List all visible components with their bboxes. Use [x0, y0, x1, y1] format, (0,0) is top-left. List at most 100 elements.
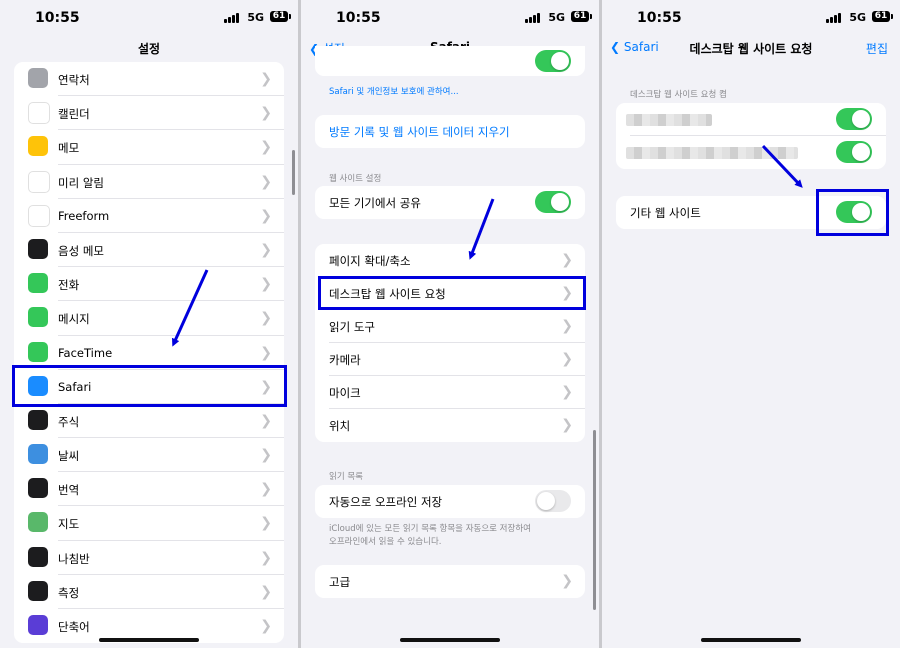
- settings-item[interactable]: 번역 ❯: [14, 472, 284, 507]
- chevron-right-icon: ❯: [561, 384, 573, 400]
- settings-item[interactable]: Freeform ❯: [14, 199, 284, 233]
- auto-save-toggle[interactable]: [535, 490, 571, 512]
- weather-icon: [28, 444, 48, 465]
- website-setting-item[interactable]: 데스크탑 웹 사이트 요청 ❯: [315, 277, 585, 310]
- status-time: 10:55: [637, 10, 682, 26]
- chevron-right-icon: ❯: [561, 351, 573, 367]
- settings-item[interactable]: Safari ❯: [14, 370, 284, 404]
- setting-item-label: 페이지 확대/축소: [329, 254, 411, 268]
- settings-item[interactable]: 측정 ❯: [14, 575, 284, 609]
- website-setting-item[interactable]: 위치 ❯: [315, 409, 585, 442]
- site-toggle[interactable]: [836, 108, 872, 130]
- share-toggle[interactable]: [535, 191, 571, 213]
- other-websites-label: 기타 웹 사이트: [630, 206, 701, 220]
- settings-item-label: 지도: [58, 517, 80, 532]
- signal-icon: [525, 13, 541, 23]
- settings-item-label: 메시지: [58, 312, 90, 327]
- home-indicator: [400, 638, 500, 642]
- signal-icon: [826, 13, 842, 23]
- settings-item[interactable]: 캘린더 ❯: [14, 96, 284, 131]
- privacy-link[interactable]: Safari 및 개인정보 보호에 관하여...: [329, 85, 459, 97]
- partial-toggle[interactable]: [535, 50, 571, 72]
- screenshot-composite: 10:55 5G 61 설정 연락처 ❯ 캘린더 ❯ 메모 ❯ 미리 알림 ❯ Freeform…: [0, 0, 900, 648]
- chevron-right-icon: ❯: [260, 71, 272, 87]
- site-toggle[interactable]: [836, 141, 872, 163]
- other-websites-toggle[interactable]: [836, 201, 872, 223]
- settings-item-label: FaceTime: [58, 345, 113, 360]
- blurred-site-name: [626, 114, 712, 126]
- battery-icon: 61: [872, 11, 893, 22]
- website-setting-item[interactable]: 카메라 ❯: [315, 343, 585, 376]
- status-time: 10:55: [336, 10, 381, 26]
- clear-history-button[interactable]: 방문 기록 및 웹 사이트 데이터 지우기: [315, 115, 585, 148]
- other-websites-row: 기타 웹 사이트: [616, 196, 886, 229]
- measure-icon: [28, 580, 48, 601]
- status-bar: 10:55 5G 61: [0, 0, 298, 34]
- chevron-right-icon: ❯: [561, 417, 573, 433]
- website-row: [616, 136, 886, 169]
- maps-icon: [28, 512, 48, 533]
- website-setting-item[interactable]: 마이크 ❯: [315, 376, 585, 409]
- scrollbar[interactable]: [593, 430, 596, 610]
- chevron-right-icon: ❯: [561, 252, 573, 268]
- blurred-site-name: [626, 147, 798, 159]
- chevron-right-icon: ❯: [260, 310, 272, 327]
- network-label: 5G: [247, 11, 264, 24]
- phone-icon: [28, 273, 48, 294]
- safari-icon: [28, 375, 48, 396]
- settings-item[interactable]: 음성 메모 ❯: [14, 233, 284, 268]
- battery-icon: 61: [270, 11, 291, 22]
- settings-item[interactable]: 메시지 ❯: [14, 301, 284, 336]
- back-label: Safari: [623, 40, 659, 54]
- chevron-right-icon: ❯: [260, 276, 272, 293]
- settings-item[interactable]: 미리 알림 ❯: [14, 165, 284, 199]
- settings-item-label: 음성 메모: [58, 243, 104, 258]
- home-indicator: [99, 638, 199, 642]
- footer-line-2: 오프라인에서 읽을 수 있습니다.: [329, 537, 442, 547]
- settings-app-list: 연락처 ❯ 캘린더 ❯ 메모 ❯ 미리 알림 ❯ Freeform ❯ 음성 메모 ❯ 전화 ❯ 메시지 ❯ F…: [14, 62, 284, 644]
- status-bar: 10:55 5G 61: [301, 0, 599, 34]
- stocks-icon: [28, 409, 48, 430]
- auto-save-offline-row: 자동으로 오프라인 저장: [315, 485, 585, 518]
- chevron-right-icon: ❯: [260, 344, 272, 361]
- settings-item-label: 주식: [58, 414, 80, 429]
- setting-item-label: 카메라: [329, 353, 361, 367]
- settings-screen: 10:55 5G 61 설정 연락처 ❯ 캘린더 ❯ 메모 ❯ 미리 알림 ❯ Freeform…: [0, 0, 298, 648]
- settings-item[interactable]: 전화 ❯: [14, 267, 284, 302]
- settings-item-label: Safari: [58, 379, 92, 394]
- settings-item[interactable]: 주식 ❯: [14, 404, 284, 439]
- chevron-right-icon: ❯: [260, 515, 272, 532]
- chevron-right-icon: ❯: [260, 583, 272, 600]
- settings-item-label: 단축어: [58, 620, 90, 634]
- reminders-icon: [28, 170, 50, 193]
- settings-item[interactable]: FaceTime ❯: [14, 336, 284, 370]
- page-title: 설정: [137, 42, 161, 56]
- back-button[interactable]: ❮ Safari: [610, 40, 659, 54]
- edit-button[interactable]: 편집: [866, 40, 888, 57]
- website-setting-item[interactable]: 읽기 도구 ❯: [315, 310, 585, 343]
- advanced-label: 고급: [329, 575, 351, 589]
- website-setting-item[interactable]: 페이지 확대/축소 ❯: [315, 244, 585, 277]
- voice-memo-icon: [28, 238, 48, 259]
- clear-history-label: 방문 기록 및 웹 사이트 데이터 지우기: [329, 125, 510, 139]
- settings-item[interactable]: 나침반 ❯: [14, 541, 284, 575]
- share-group: 모든 기기에서 공유: [315, 186, 585, 219]
- settings-item-label: 날씨: [58, 449, 80, 464]
- clear-history-group: 방문 기록 및 웹 사이트 데이터 지우기: [315, 115, 585, 148]
- chevron-right-icon: ❯: [561, 573, 573, 589]
- scrollbar[interactable]: [292, 150, 295, 195]
- settings-item[interactable]: 지도 ❯: [14, 506, 284, 541]
- settings-item-label: 메모: [58, 141, 80, 156]
- settings-item[interactable]: 연락처 ❯: [14, 62, 284, 97]
- freeform-icon: [28, 204, 50, 227]
- settings-item[interactable]: 날씨 ❯: [14, 438, 284, 473]
- settings-item[interactable]: 메모 ❯: [14, 130, 284, 165]
- desktop-sites-list: [616, 103, 886, 169]
- section-header-website-settings: 웹 사이트 설정: [329, 174, 382, 184]
- auto-save-label: 자동으로 오프라인 저장: [329, 495, 443, 509]
- advanced-row[interactable]: 고급 ❯: [315, 565, 585, 598]
- partial-setting-row[interactable]: [315, 46, 585, 76]
- chevron-right-icon: ❯: [260, 412, 272, 429]
- setting-item-label: 마이크: [329, 386, 361, 400]
- footer-line-1: iCloud에 있는 모든 읽기 목록 항목을 자동으로 저장하여: [329, 524, 531, 534]
